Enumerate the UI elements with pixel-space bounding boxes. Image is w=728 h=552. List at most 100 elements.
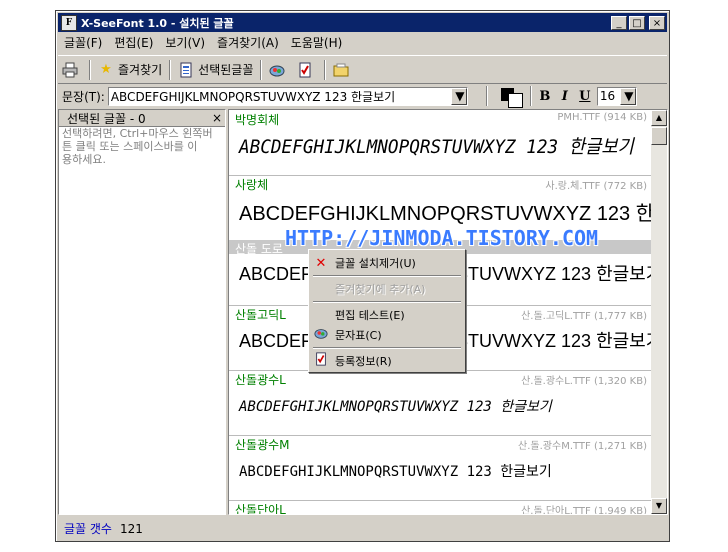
folder-button[interactable] — [329, 59, 357, 81]
menu-item-label: 문자표(C) — [335, 329, 382, 342]
charmap-icon — [269, 62, 285, 78]
scroll-down-button[interactable]: ▼ — [651, 498, 667, 514]
font-name: 산돌단아L — [235, 503, 286, 514]
selected-fonts-button[interactable]: 선택된글꼴 — [174, 59, 257, 81]
checklist-icon — [297, 62, 313, 78]
uninstall-font-item[interactable]: ✕ 글꼴 설치제거(U) — [311, 253, 463, 273]
font-name: 박명회체 — [235, 113, 280, 127]
panel-hint-line: 선택하려면, Ctrl+마우스 왼쪽버 — [62, 127, 213, 140]
font-size-combobox[interactable]: 16 ▼ — [596, 86, 637, 106]
menu-favorites[interactable]: 즐겨찾기(A) — [211, 34, 285, 51]
font-file: 사.랑.체.TTF (772 KB) — [545, 181, 647, 192]
font-count-value: 121 — [119, 521, 143, 536]
font-size-dropdown-button[interactable]: ▼ — [619, 87, 636, 105]
arrow-down-icon: ▼ — [655, 501, 663, 510]
context-menu: ✕ 글꼴 설치제거(U) 즐겨찾기에 추가(A) 편집 테스트(E) 문자표(C… — [308, 249, 466, 373]
font-item[interactable]: 박명회체 PMH.TTF (914 KB) ABCDEFGHIJKLMNOPQR… — [229, 110, 653, 176]
watermark-text: HTTP://JINMODA.TISTORY.COM — [285, 226, 599, 250]
red-x-icon: ✕ — [315, 255, 327, 271]
menu-separator — [313, 301, 461, 303]
print-button[interactable] — [58, 59, 86, 81]
font-item[interactable]: 산돌광수L 산.돌.광수L.TTF (1,320 KB) ABCDEFGHIJK… — [229, 370, 653, 436]
menu-help[interactable]: 도움말(H) — [285, 34, 349, 51]
font-item[interactable]: 산돌단아L 산.돌.단아L.TTF (1,949 KB) — [229, 500, 653, 514]
toolbar: ★ 즐겨찾기 선택된글꼴 — [58, 55, 667, 84]
menu-item-label: 즐겨찾기에 추가(A) — [335, 283, 426, 296]
font-file: 산.돌.단아L.TTF (1,949 KB) — [521, 506, 647, 514]
scroll-up-button[interactable]: ▲ — [651, 110, 667, 126]
font-file: PMH.TTF (914 KB) — [557, 112, 647, 123]
sentence-dropdown-button[interactable]: ▼ — [450, 87, 467, 105]
font-item[interactable]: 산돌광수M 산.돌.광수M.TTF (1,271 KB) ABCDEFGHIJK… — [229, 435, 653, 501]
menu-edit[interactable]: 편집(E) — [108, 34, 159, 51]
printer-icon — [62, 62, 78, 78]
font-file: 산.돌.광수L.TTF (1,320 KB) — [521, 376, 647, 387]
star-icon: ★ — [100, 61, 112, 77]
font-preview: ABCDEFGHIJKLMNOPQRSTUVWXYZ 123 한글보기 — [239, 464, 552, 480]
bold-button[interactable]: B — [535, 89, 555, 104]
add-favorite-item[interactable]: 즐겨찾기에 추가(A) — [311, 279, 463, 299]
panel-hint-line: 튼 클릭 또는 스페이스바를 이 — [62, 140, 198, 153]
properties-item[interactable]: 등록정보(R) — [311, 351, 463, 371]
menu-view[interactable]: 보기(V) — [159, 34, 211, 51]
toolbar-separator — [324, 59, 327, 80]
panel-hint-line: 용하세요. — [62, 153, 106, 166]
close-button[interactable]: × — [649, 15, 665, 30]
font-name: 산돌광수L — [235, 373, 286, 387]
font-size-value[interactable]: 16 — [598, 89, 620, 103]
menu-item-label: 글꼴 설치제거(U) — [335, 257, 416, 270]
status-bar: 글꼴 갯수 121 — [58, 518, 667, 539]
chevron-down-icon: ▼ — [455, 88, 465, 103]
checklist-icon — [311, 352, 331, 370]
font-name: 사랑체 — [235, 178, 269, 192]
underline-button[interactable]: U — [575, 89, 595, 104]
font-name: 산돌고딕L — [235, 308, 286, 322]
selected-fonts-panel: 선택된 글꼴 - 0 × 선택하려면, Ctrl+마우스 왼쪽버 튼 클릭 또는… — [58, 109, 226, 515]
italic-button[interactable]: I — [555, 89, 575, 104]
window-title: X-SeeFont 1.0 - 설치된 글꼴 — [81, 16, 234, 30]
panel-title: 선택된 글꼴 - 0 — [67, 111, 146, 126]
toolbar-separator — [529, 86, 532, 106]
chevron-down-icon: ▼ — [624, 88, 634, 103]
menu-separator — [313, 347, 461, 349]
background-color-swatch[interactable] — [507, 93, 523, 108]
font-count-label: 글꼴 갯수 — [64, 522, 112, 536]
font-name: 산돌광수M — [235, 438, 290, 452]
app-icon: F — [61, 14, 77, 31]
menu-item-label: 편집 테스트(E) — [335, 309, 405, 322]
favorites-button[interactable]: ★ 즐겨찾기 — [94, 59, 166, 81]
title-bar[interactable]: F X-SeeFont 1.0 - 설치된 글꼴 _ □ × — [58, 13, 667, 32]
charmap-toolbar-button[interactable] — [265, 59, 293, 81]
panel-header: 선택된 글꼴 - 0 × — [59, 110, 225, 127]
font-preview: ABCDEFGHIJKLMNOPQRSTUVWXYZ 123 한글보기 — [239, 203, 653, 225]
font-preview: ABCDEFGHIJKLMNOPQRSTUVWXYZ 123 한글보기 — [239, 399, 552, 415]
font-file: 산.돌.광수M.TTF (1,271 KB) — [518, 441, 647, 452]
selected-fonts-label: 선택된글꼴 — [198, 63, 254, 77]
sentence-row: 문장(T): ABCDEFGHIJKLMNOPQRSTUVWXYZ 123 한글… — [58, 84, 667, 108]
panel-close-button[interactable]: × — [209, 111, 225, 125]
toolbar-separator — [485, 86, 488, 106]
sentence-input[interactable]: ABCDEFGHIJKLMNOPQRSTUVWXYZ 123 한글보기 — [109, 88, 451, 105]
minimize-button[interactable]: _ — [611, 15, 627, 30]
edit-test-item[interactable]: 편집 테스트(E) — [311, 305, 463, 325]
toolbar-separator — [169, 59, 172, 80]
charmap-item[interactable]: 문자표(C) — [311, 325, 463, 345]
arrow-up-icon: ▲ — [655, 113, 663, 122]
color-picker[interactable] — [499, 86, 527, 108]
menu-font[interactable]: 글꼴(F) — [58, 34, 108, 51]
sentence-label: 문장(T): — [62, 89, 105, 104]
charmap-icon — [311, 326, 331, 344]
menu-item-label: 등록정보(R) — [335, 355, 392, 368]
sentence-combobox[interactable]: ABCDEFGHIJKLMNOPQRSTUVWXYZ 123 한글보기 ▼ — [107, 86, 468, 106]
maximize-button[interactable]: □ — [629, 15, 645, 30]
document-icon — [178, 62, 194, 78]
toolbar-separator — [260, 59, 263, 80]
scroll-thumb[interactable] — [651, 127, 667, 145]
properties-toolbar-button[interactable] — [293, 59, 321, 81]
toolbar-separator — [89, 59, 91, 80]
vertical-scrollbar[interactable]: ▲ ▼ — [651, 110, 667, 514]
menu-bar: 글꼴(F) 편집(E) 보기(V) 즐겨찾기(A) 도움말(H) — [58, 33, 667, 52]
folder-icon — [333, 62, 349, 78]
font-file: 산.돌.고딕L.TTF (1,777 KB) — [521, 311, 647, 322]
menu-separator — [313, 275, 461, 277]
